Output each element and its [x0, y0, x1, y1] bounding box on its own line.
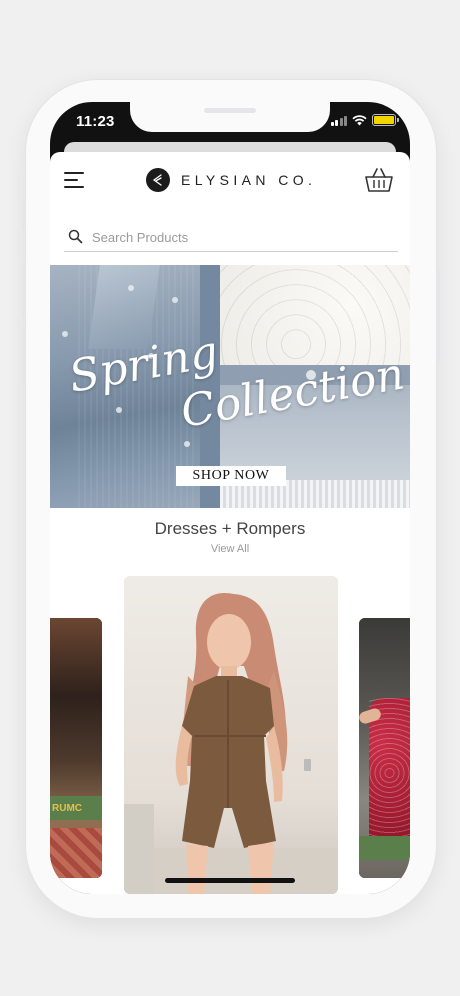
app-content: ELYSIAN CO. Search Products Spring Colle… [50, 152, 410, 894]
volume-down-button [22, 328, 26, 384]
product-image-left[interactable]: RUMC [50, 618, 102, 878]
jacket-stud [172, 297, 178, 303]
app-header: ELYSIAN CO. [50, 152, 410, 212]
speaker-grille [204, 108, 256, 113]
brand[interactable]: ELYSIAN CO. [146, 168, 316, 192]
brand-name: ELYSIAN CO. [181, 172, 317, 188]
store-sign: RUMC [50, 796, 102, 820]
tile-floor [50, 828, 102, 878]
notch [130, 102, 330, 132]
search-bar [64, 226, 398, 252]
battery-level [374, 116, 394, 124]
search-icon [68, 229, 83, 244]
power-button [436, 270, 440, 362]
category-title: Dresses + Rompers [154, 519, 306, 538]
jacket-collar [88, 265, 160, 349]
phone-screen: 11:23 ELYSIAN CO. Search Products Spring… [50, 102, 410, 894]
volume-up-button [22, 262, 26, 318]
wifi-icon [352, 114, 367, 125]
product-image-center[interactable] [124, 576, 338, 894]
hero-banner[interactable]: Spring Collection SHOP NOW [50, 265, 410, 508]
jacket-stud [62, 331, 68, 337]
basket-icon[interactable] [364, 166, 394, 194]
shop-now-button[interactable]: SHOP NOW [176, 466, 286, 486]
store-sign-right [359, 836, 410, 860]
view-all-link[interactable]: View All [50, 543, 410, 555]
jacket-stud [128, 285, 134, 291]
model-in-romper [175, 592, 288, 894]
status-bar: 11:23 [50, 102, 410, 142]
status-time: 11:23 [76, 113, 115, 130]
home-indicator[interactable] [165, 878, 295, 883]
status-icons [330, 114, 399, 126]
hamburger-icon[interactable] [64, 172, 84, 188]
search-input[interactable] [92, 226, 392, 248]
product-image-right[interactable] [359, 618, 410, 878]
battery-icon [372, 114, 399, 126]
signal-icon [330, 115, 347, 126]
jacket-stud [184, 441, 190, 447]
silent-switch [22, 200, 26, 230]
brand-logo-icon [146, 168, 170, 192]
